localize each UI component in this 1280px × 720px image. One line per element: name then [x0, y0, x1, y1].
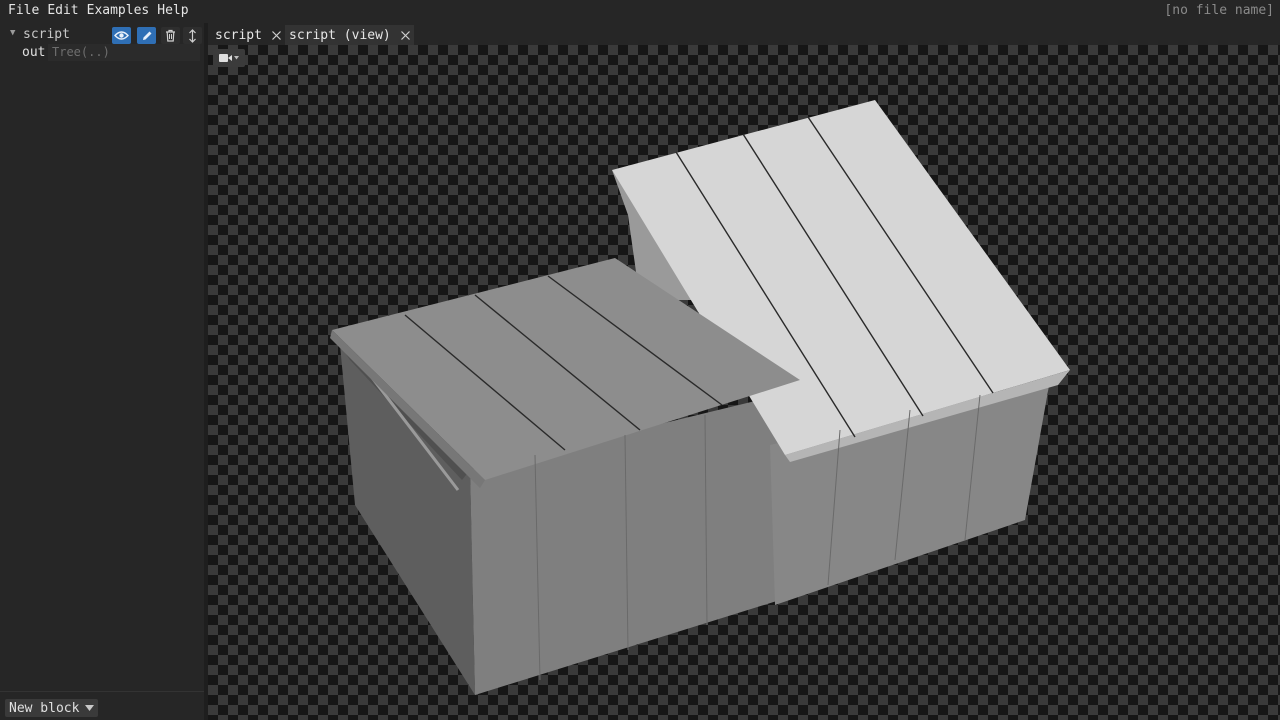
- collapse-triangle-icon[interactable]: ▼: [10, 28, 15, 38]
- camera-icon: [219, 54, 239, 62]
- reorder-handle[interactable]: [183, 27, 202, 44]
- edit-script-button[interactable]: [137, 27, 156, 44]
- new-block-label: New block: [9, 700, 80, 716]
- output-row: out Tree(..): [0, 44, 204, 62]
- tab-label: script: [215, 27, 262, 43]
- chevron-down-icon: [85, 705, 95, 711]
- divider: [0, 691, 204, 692]
- new-block-button[interactable]: New block: [5, 699, 99, 717]
- pencil-icon: [142, 31, 151, 40]
- close-icon[interactable]: [400, 30, 410, 40]
- trash-icon: [166, 29, 175, 42]
- script-block-header: ▼ script: [0, 26, 204, 46]
- menu-bar: File Edit Examples Help [no file name]: [0, 0, 1280, 22]
- 3d-viewport[interactable]: [208, 45, 1280, 720]
- up-down-arrows-icon: [189, 28, 196, 43]
- menu-help[interactable]: Help: [153, 0, 192, 22]
- output-value: Tree(..): [48, 44, 200, 61]
- camera-menu-button[interactable]: [213, 49, 245, 67]
- menu-examples[interactable]: Examples: [83, 0, 154, 22]
- tab-label: script (view): [289, 27, 391, 43]
- delete-block-button[interactable]: [161, 27, 180, 44]
- script-sidebar: ▼ script out Tree(..) New block: [0, 23, 204, 720]
- close-icon[interactable]: [272, 30, 281, 40]
- tab-script[interactable]: script: [215, 25, 281, 45]
- view-toggle-button[interactable]: [112, 27, 131, 44]
- eye-icon: [114, 31, 129, 40]
- menu-file[interactable]: File: [4, 0, 43, 22]
- tab-bar: script script (view): [208, 23, 1280, 45]
- tab-script-view[interactable]: script (view): [285, 25, 414, 45]
- menu-edit[interactable]: Edit: [43, 0, 82, 22]
- shed-model-render: [330, 100, 1070, 695]
- block-name[interactable]: script: [23, 27, 70, 42]
- output-label: out: [22, 45, 46, 60]
- file-name-label: [no file name]: [1164, 3, 1274, 18]
